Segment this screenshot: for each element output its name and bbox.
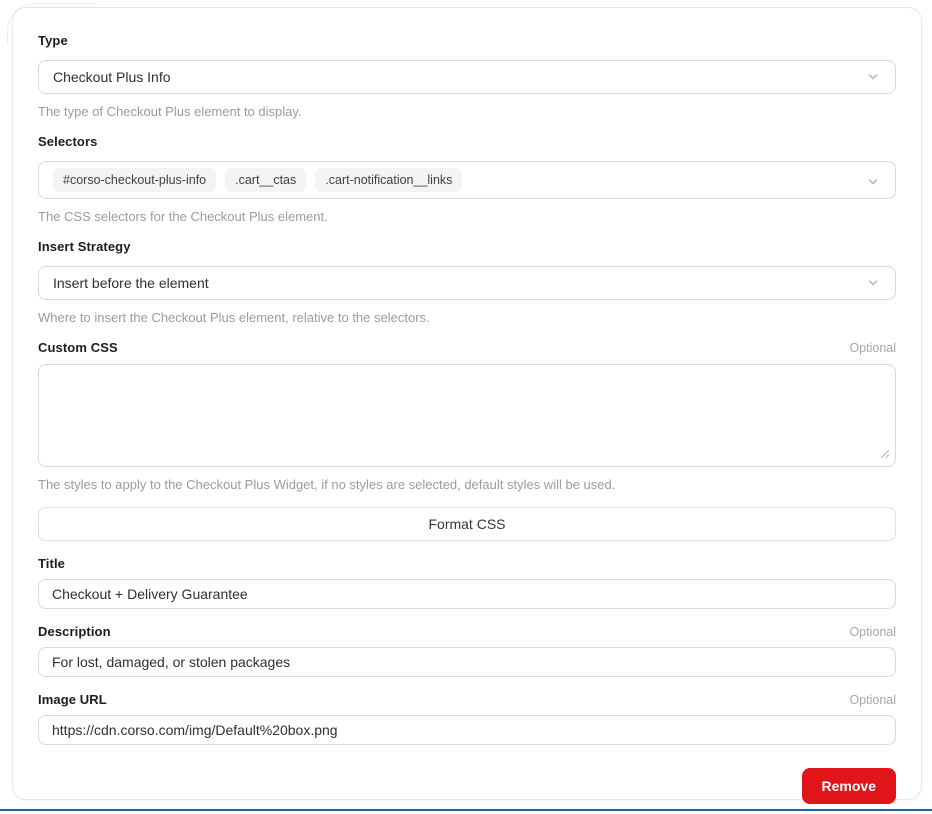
type-help: The type of Checkout Plus element to dis… (38, 104, 896, 119)
chevron-down-icon (865, 174, 881, 190)
chevron-down-icon (865, 69, 881, 85)
type-select-value: Checkout Plus Info (53, 69, 171, 85)
field-title: Title (38, 556, 896, 609)
field-image-url: Image URL Optional (38, 692, 896, 745)
type-select[interactable]: Checkout Plus Info (38, 60, 896, 94)
chevron-down-icon (865, 275, 881, 291)
bottom-divider (0, 809, 932, 811)
description-optional-badge: Optional (849, 625, 896, 639)
field-selectors: Selectors #corso-checkout-plus-info .car… (38, 134, 896, 224)
custom-css-textarea[interactable] (38, 364, 896, 467)
field-type: Type Checkout Plus Info The type of Chec… (38, 33, 896, 119)
insert-strategy-select[interactable]: Insert before the element (38, 266, 896, 300)
selectors-label: Selectors (38, 134, 97, 149)
custom-css-label: Custom CSS (38, 340, 118, 355)
description-label: Description (38, 624, 111, 639)
resize-handle-icon[interactable] (880, 449, 890, 459)
image-url-input[interactable] (38, 715, 896, 745)
custom-css-help: The styles to apply to the Checkout Plus… (38, 477, 896, 492)
selector-tag[interactable]: .cart-notification__links (315, 168, 462, 192)
field-description: Description Optional (38, 624, 896, 677)
title-label: Title (38, 556, 65, 571)
insert-strategy-help: Where to insert the Checkout Plus elemen… (38, 310, 896, 325)
selector-tag[interactable]: #corso-checkout-plus-info (53, 168, 216, 192)
selectors-multiselect[interactable]: #corso-checkout-plus-info .cart__ctas .c… (38, 161, 896, 199)
field-insert-strategy: Insert Strategy Insert before the elemen… (38, 239, 896, 325)
type-label: Type (38, 33, 68, 48)
title-input[interactable] (38, 579, 896, 609)
image-url-label: Image URL (38, 692, 107, 707)
field-custom-css: Custom CSS Optional The styles to apply … (38, 340, 896, 492)
format-css-button[interactable]: Format CSS (38, 507, 896, 541)
description-input[interactable] (38, 647, 896, 677)
custom-css-optional-badge: Optional (849, 341, 896, 355)
image-url-optional-badge: Optional (849, 693, 896, 707)
insert-strategy-label: Insert Strategy (38, 239, 131, 254)
actions-row: Remove (38, 768, 896, 804)
insert-strategy-select-value: Insert before the element (53, 275, 209, 291)
remove-button[interactable]: Remove (802, 768, 896, 804)
selector-tag[interactable]: .cart__ctas (225, 168, 306, 192)
checkout-plus-element-card: Type Checkout Plus Info The type of Chec… (12, 7, 922, 800)
selectors-help: The CSS selectors for the Checkout Plus … (38, 209, 896, 224)
